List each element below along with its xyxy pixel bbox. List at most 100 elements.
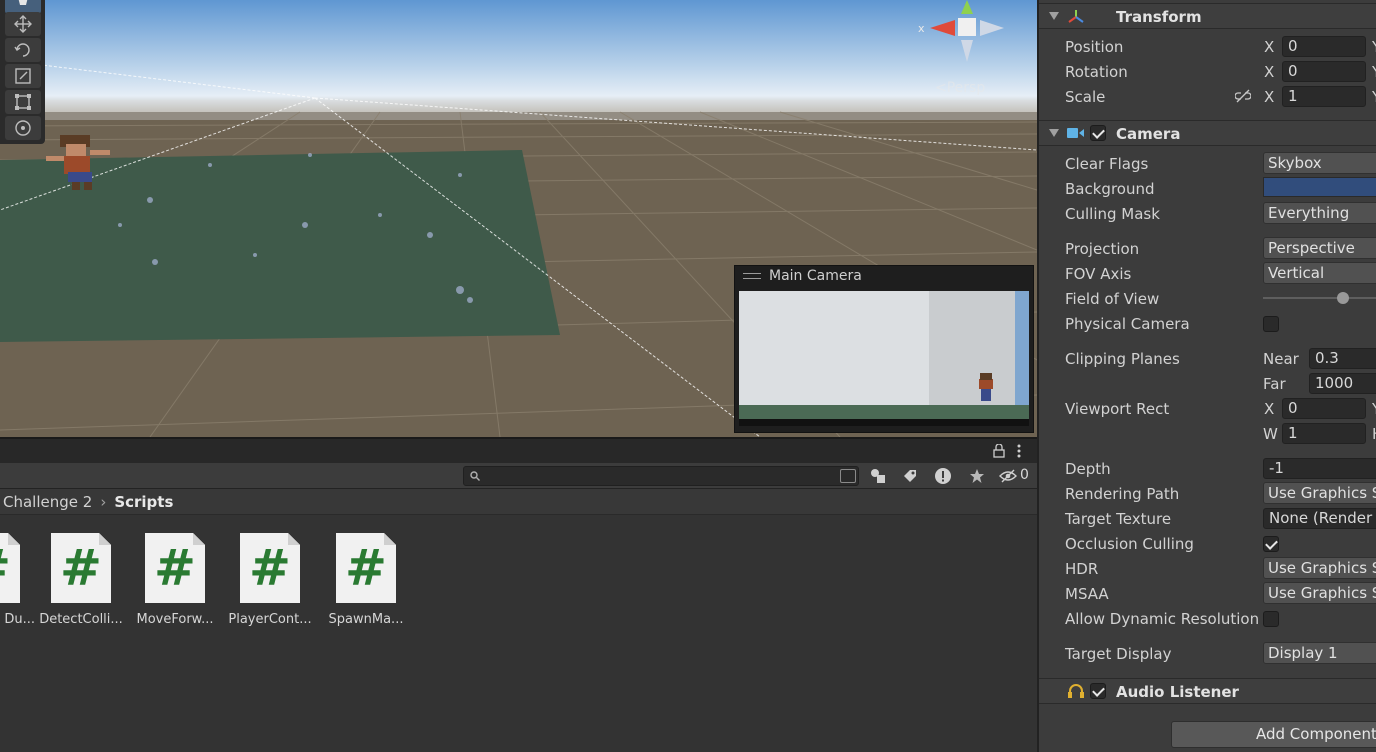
scale-label[interactable]: Scale (1065, 88, 1105, 106)
transform-icon[interactable] (5, 116, 41, 140)
rect-icon[interactable] (5, 90, 41, 114)
position-x-label[interactable]: X (1264, 38, 1274, 56)
hidden-count: 0 (1020, 467, 1029, 483)
scale-x-label[interactable]: X (1264, 88, 1274, 106)
far-label[interactable]: Far (1263, 375, 1286, 393)
camera-icon (1067, 128, 1084, 138)
persp-label[interactable]: <Persp (935, 80, 985, 96)
far-field[interactable]: 1000 (1309, 373, 1376, 394)
fov-axis-label: FOV Axis (1065, 265, 1132, 283)
foldout-arrow-icon[interactable] (1049, 12, 1059, 20)
projection-dropdown[interactable]: Perspective (1263, 237, 1376, 259)
transform-title: Transform (1116, 8, 1202, 26)
rotation-y-label[interactable]: Y (1372, 63, 1376, 81)
scale-x-field[interactable]: 1 (1282, 86, 1366, 107)
camera-enabled-checkbox[interactable] (1090, 125, 1106, 141)
asset-item[interactable]: # Du... (0, 533, 35, 627)
scene-view[interactable]: x <Persp Main Camera (0, 0, 1037, 437)
rendering-path-dropdown[interactable]: Use Graphics S (1263, 482, 1376, 504)
hidden-packages-icon[interactable] (998, 466, 1018, 486)
search-by-type-icon[interactable] (840, 469, 856, 483)
headphones-icon (1068, 684, 1084, 698)
fov-axis-dropdown[interactable]: Vertical (1263, 262, 1376, 284)
audio-listener-enabled-checkbox[interactable] (1090, 683, 1106, 699)
msaa-dropdown[interactable]: Use Graphics S (1263, 582, 1376, 604)
asset-item[interactable]: # DetectColli... (36, 533, 126, 627)
physical-camera-checkbox[interactable] (1263, 316, 1279, 332)
field-of-view-slider-track[interactable] (1263, 297, 1376, 299)
rotation-x-field[interactable]: 0 (1282, 61, 1366, 82)
field-of-view-label[interactable]: Field of View (1065, 290, 1159, 308)
asset-item[interactable]: # SpawnMa... (321, 533, 411, 627)
background-color-field[interactable] (1263, 177, 1376, 197)
allow-dynamic-resolution-label: Allow Dynamic Resolution (1065, 610, 1260, 628)
camera-title: Camera (1116, 125, 1181, 143)
constrain-proportions-icon[interactable] (1235, 89, 1251, 103)
depth-label[interactable]: Depth (1065, 460, 1111, 478)
breadcrumb-challenge-2[interactable]: Challenge 2 (3, 493, 92, 511)
add-component-button[interactable]: Add Component (1171, 721, 1376, 748)
viewport-x-field[interactable]: 0 (1282, 398, 1366, 419)
asset-label: DetectColli... (39, 612, 123, 627)
viewport-x-label[interactable]: X (1264, 400, 1274, 418)
near-field[interactable]: 0.3 (1309, 348, 1376, 369)
audio-listener-header[interactable]: Audio Listener (1039, 678, 1376, 704)
scale-icon[interactable] (5, 64, 41, 88)
foldout-arrow-icon[interactable] (1049, 129, 1059, 137)
viewport-w-label[interactable]: W (1263, 425, 1278, 443)
lock-icon[interactable] (993, 444, 1005, 458)
csharp-script-icon: # (51, 533, 111, 603)
position-x-field[interactable]: 0 (1282, 36, 1366, 57)
target-texture-field[interactable]: None (Render T (1263, 508, 1376, 529)
transform-header[interactable]: Transform (1039, 3, 1376, 29)
favorites-star-icon[interactable] (967, 466, 987, 486)
filter-by-type-icon[interactable] (868, 466, 888, 486)
kebab-menu-icon[interactable] (1017, 444, 1021, 458)
viewport-w-field[interactable]: 1 (1282, 423, 1366, 444)
position-y-label[interactable]: Y (1372, 38, 1376, 56)
near-label[interactable]: Near (1263, 350, 1299, 368)
grip-icon[interactable] (743, 273, 761, 279)
warning-filter-icon[interactable] (933, 466, 953, 486)
rotate-icon[interactable] (5, 38, 41, 62)
rotation-label[interactable]: Rotation (1065, 63, 1128, 81)
camera-preview-title: Main Camera (769, 268, 862, 284)
msaa-label: MSAA (1065, 585, 1109, 603)
scene-tools (0, 0, 45, 144)
breadcrumb: Challenge 2 › Scripts (0, 489, 1037, 515)
target-display-dropdown[interactable]: Display 1 (1263, 642, 1376, 664)
asset-label: PlayerCont... (228, 612, 312, 627)
projection-label: Projection (1065, 240, 1140, 258)
csharp-script-icon: # (145, 533, 205, 603)
search-input[interactable] (463, 466, 859, 486)
clear-flags-dropdown[interactable]: Skybox (1263, 152, 1376, 174)
asset-item[interactable]: # PlayerCont... (225, 533, 315, 627)
rotation-x-label[interactable]: X (1264, 63, 1274, 81)
position-label[interactable]: Position (1065, 38, 1123, 56)
audio-listener-title: Audio Listener (1116, 683, 1239, 701)
rendering-path-label: Rendering Path (1065, 485, 1180, 503)
field-of-view-slider-thumb[interactable] (1337, 292, 1350, 304)
filter-by-label-icon[interactable] (900, 466, 920, 486)
target-display-label: Target Display (1065, 645, 1172, 663)
target-texture-label: Target Texture (1065, 510, 1172, 528)
allow-dynamic-resolution-checkbox[interactable] (1263, 611, 1279, 627)
viewport-h-label[interactable]: H (1372, 425, 1376, 443)
camera-preview-header: Main Camera (735, 266, 1033, 286)
camera-header[interactable]: Camera (1039, 120, 1376, 146)
physical-camera-label: Physical Camera (1065, 315, 1190, 333)
move-icon[interactable] (5, 12, 41, 36)
culling-mask-dropdown[interactable]: Everything (1263, 202, 1376, 224)
csharp-script-icon: # (336, 533, 396, 603)
scale-y-label[interactable]: Y (1372, 88, 1376, 106)
breadcrumb-scripts[interactable]: Scripts (114, 493, 173, 511)
search-icon (470, 471, 480, 481)
occlusion-culling-checkbox[interactable] (1263, 536, 1279, 552)
asset-item[interactable]: # MoveForw... (130, 533, 220, 627)
viewport-y-label[interactable]: Y (1372, 400, 1376, 418)
depth-field[interactable]: -1 (1263, 458, 1376, 479)
background-label: Background (1065, 180, 1155, 198)
culling-mask-label: Culling Mask (1065, 205, 1160, 223)
hdr-dropdown[interactable]: Use Graphics S (1263, 557, 1376, 579)
camera-preview: Main Camera (734, 265, 1034, 433)
